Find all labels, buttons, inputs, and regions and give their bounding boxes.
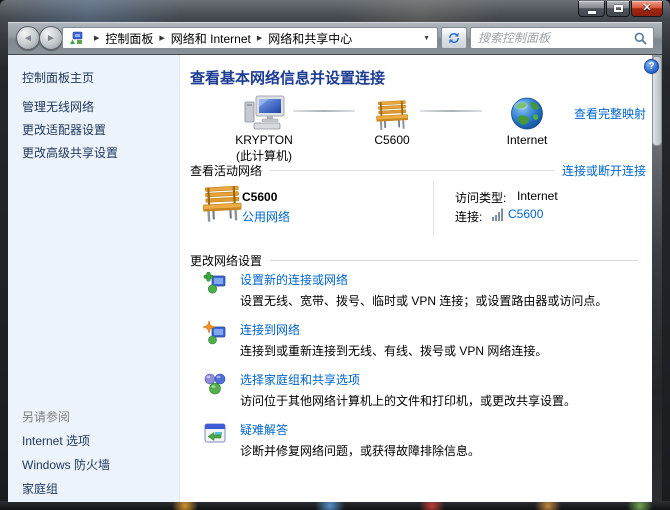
breadcrumb-network-sharing-center[interactable]: 网络和共享中心 — [268, 30, 352, 47]
breadcrumb-arrow-icon: ▶ — [159, 34, 164, 42]
map-node-network[interactable]: C5600 — [337, 91, 447, 147]
magnifier-icon — [634, 32, 647, 45]
network-settings-title: 更改网络设置 — [190, 252, 262, 269]
forward-arrow-icon: ► — [46, 33, 56, 44]
new-connection-icon[interactable] — [203, 271, 227, 308]
task-description: 设置无线、宽带、拨号、临时或 VPN 连接；或设置路由器或访问点。 — [240, 294, 607, 308]
network-settings-header: 更改网络设置 — [190, 252, 646, 269]
connect-to-network-icon[interactable] — [203, 321, 227, 358]
map-sublabel-computer: (此计算机) — [209, 149, 319, 163]
maximize-button[interactable] — [606, 1, 630, 17]
map-label-internet: Internet — [472, 133, 582, 147]
maximize-icon — [614, 5, 623, 12]
close-icon: ✕ — [642, 3, 651, 14]
forward-button[interactable]: ► — [39, 26, 63, 50]
task-description: 诊断并修复网络问题，或获得故障排除信息。 — [240, 444, 480, 458]
sidebar-item-windows-firewall[interactable]: Windows 防火墙 — [22, 456, 110, 473]
map-label-computer: KRYPTON — [209, 133, 319, 147]
back-arrow-icon: ◄ — [23, 33, 33, 44]
homegroup-icon[interactable] — [203, 371, 227, 408]
task-new-connection: 设置新的连接或网络 设置无线、宽带、拨号、临时或 VPN 连接；或设置路由器或访… — [200, 271, 644, 308]
wireless-signal-icon — [492, 208, 504, 221]
task-description: 访问位于其他网络计算机上的文件和打印机，或更改共享设置。 — [240, 394, 576, 408]
connection-name-link[interactable]: C5600 — [508, 207, 543, 221]
public-network-link[interactable]: 公用网络 — [242, 208, 290, 225]
sidebar-item-internet-options[interactable]: Internet 选项 — [22, 432, 90, 449]
section-rule — [270, 260, 638, 261]
task-title-link[interactable]: 连接到网络 — [240, 321, 547, 338]
access-type-value: Internet — [517, 189, 558, 203]
search-box — [470, 27, 654, 49]
search-input[interactable] — [471, 29, 634, 47]
minimize-icon — [588, 11, 596, 14]
active-network-box: C5600 公用网络 访问类型: Internet 连接: C5600 — [180, 177, 652, 243]
navigation-bar: ◄ ► ▶ 控制面板 ▶ 网络和 Internet ▶ 网络和共享中心 ▼ — [8, 22, 662, 55]
breadcrumb-arrow-icon: ▶ — [94, 34, 99, 42]
address-dropdown-icon[interactable]: ▼ — [416, 35, 437, 42]
connections-label: 连接: — [455, 208, 482, 225]
help-button[interactable]: ? — [644, 59, 659, 74]
breadcrumb-network-internet[interactable]: 网络和 Internet — [171, 30, 251, 47]
task-title-link[interactable]: 设置新的连接或网络 — [240, 271, 607, 288]
close-button[interactable]: ✕ — [631, 1, 663, 17]
sidebar-item-manage-wireless[interactable]: 管理无线网络 — [22, 98, 94, 115]
page-title: 查看基本网络信息并设置连接 — [190, 67, 385, 88]
task-title-link[interactable]: 疑难解答 — [240, 421, 480, 438]
task-connect-to-network: 连接到网络 连接到或重新连接到无线、有线、拨号或 VPN 网络连接。 — [200, 321, 644, 358]
sidebar-item-advanced-sharing[interactable]: 更改高级共享设置 — [22, 144, 118, 161]
troubleshoot-icon[interactable] — [203, 421, 227, 458]
help-icon: ? — [648, 61, 654, 72]
sidebar-item-change-adapter[interactable]: 更改适配器设置 — [22, 121, 106, 138]
map-node-computer[interactable]: KRYPTON (此计算机) — [209, 91, 319, 163]
task-description: 连接到或重新连接到无线、有线、拨号或 VPN 网络连接。 — [240, 344, 547, 358]
back-button[interactable]: ◄ — [16, 26, 40, 50]
map-label-network: C5600 — [337, 133, 447, 147]
sidebar-item-homegroup[interactable]: 家庭组 — [22, 480, 58, 497]
refresh-icon — [447, 31, 461, 45]
main-panel: 查看基本网络信息并设置连接 KRYPTON (此计算机) — [180, 55, 652, 502]
view-full-map-link[interactable]: 查看完整映射 — [574, 105, 646, 122]
bench-icon — [198, 183, 246, 226]
content-area: ? 控制面板主页 管理无线网络 更改适配器设置 更改高级共享设置 另请参阅 In… — [8, 55, 662, 502]
section-rule — [270, 170, 554, 171]
access-type-label: 访问类型: — [455, 189, 506, 206]
refresh-button[interactable] — [441, 27, 467, 49]
active-network-name: C5600 — [242, 190, 277, 204]
address-bar[interactable]: ▶ 控制面板 ▶ 网络和 Internet ▶ 网络和共享中心 ▼ — [62, 27, 438, 49]
vertical-scrollbar[interactable] — [652, 55, 662, 502]
globe-icon[interactable] — [472, 91, 582, 131]
map-node-internet[interactable]: Internet — [472, 91, 582, 147]
network-center-icon — [69, 31, 83, 45]
see-also-header: 另请参阅 — [22, 408, 70, 425]
window-controls: ✕ — [578, 1, 663, 17]
breadcrumb-arrow-icon: ▶ — [257, 34, 262, 42]
breadcrumb-control-panel[interactable]: 控制面板 — [105, 30, 153, 47]
task-homegroup-sharing: 选择家庭组和共享选项 访问位于其他网络计算机上的文件和打印机，或更改共享设置。 — [200, 371, 644, 408]
task-title-link[interactable]: 选择家庭组和共享选项 — [240, 371, 576, 388]
sidebar: 控制面板主页 管理无线网络 更改适配器设置 更改高级共享设置 另请参阅 Inte… — [8, 55, 180, 502]
minimize-button[interactable] — [578, 1, 605, 17]
divider — [433, 181, 434, 237]
sidebar-item-control-panel-home[interactable]: 控制面板主页 — [22, 69, 94, 86]
task-troubleshoot: 疑难解答 诊断并修复网络问题，或获得故障排除信息。 — [200, 421, 644, 458]
